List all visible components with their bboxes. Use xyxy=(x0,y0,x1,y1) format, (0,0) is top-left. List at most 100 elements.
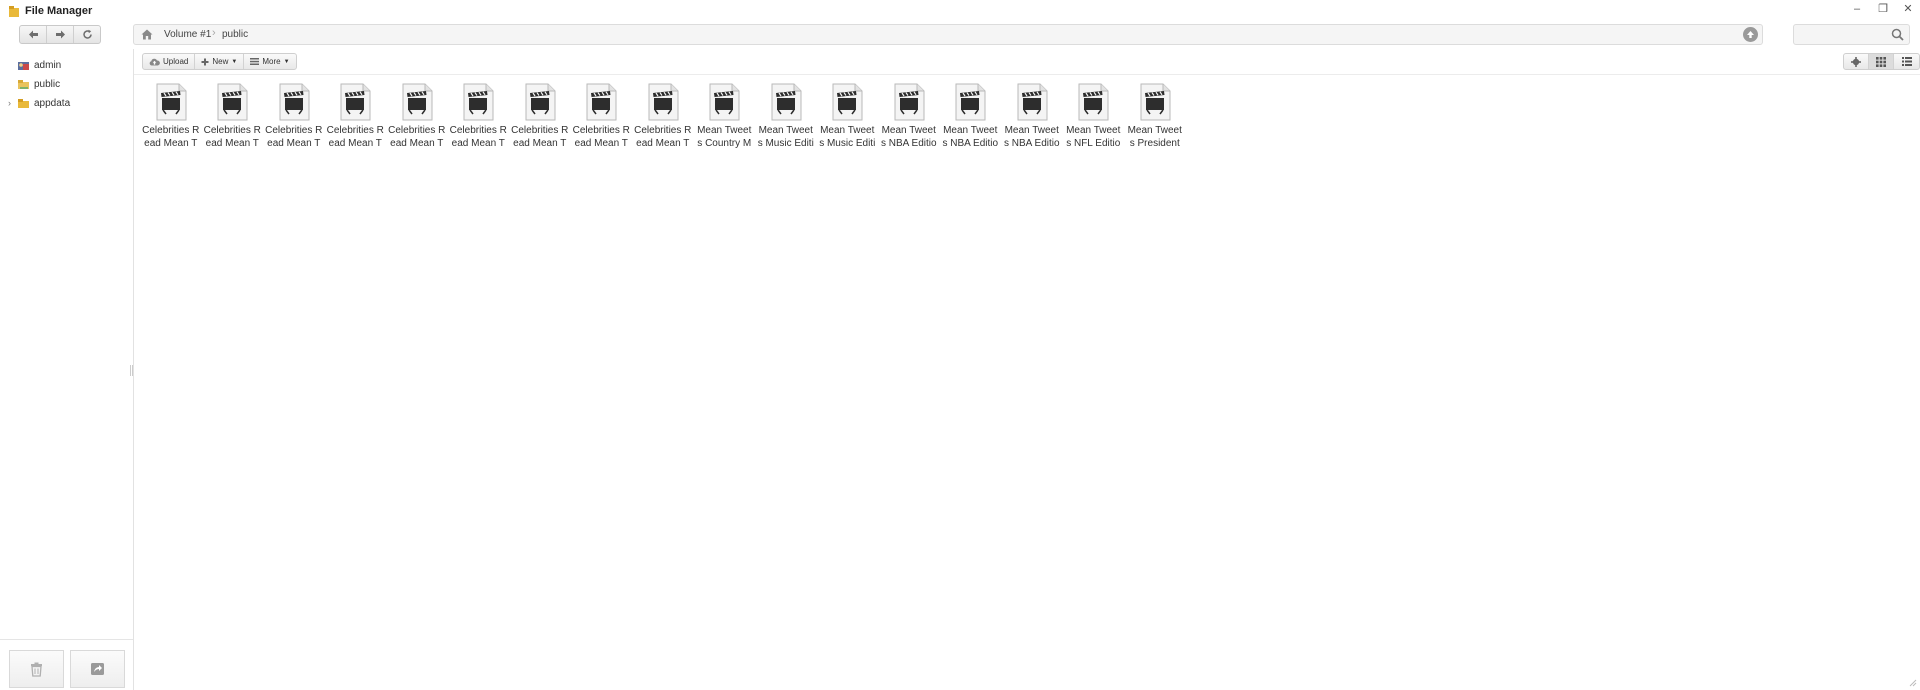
upload-button[interactable]: Upload xyxy=(143,54,196,69)
shared-folder-icon xyxy=(18,79,29,89)
file-item[interactable]: Celebrities R ead Mean T xyxy=(140,83,202,150)
file-item[interactable]: Mean Tweet s Country M xyxy=(694,83,756,150)
file-name: Mean Tweet s Country M xyxy=(695,124,753,150)
file-toolbar: Upload New ▼ More ▼ xyxy=(142,53,297,70)
file-name-line: Mean Tweet xyxy=(697,125,752,136)
file-item[interactable]: Celebrities R ead Mean T xyxy=(448,83,510,150)
search-input[interactable] xyxy=(1793,24,1910,45)
expand-arrow-icon[interactable]: › xyxy=(8,98,17,108)
resize-grip-icon[interactable] xyxy=(1909,679,1917,687)
sidebar-item-admin[interactable]: admin xyxy=(8,57,61,73)
home-icon xyxy=(141,29,153,40)
video-file-icon xyxy=(525,83,556,121)
back-button[interactable] xyxy=(20,26,47,43)
sidebar-resize-handle[interactable] xyxy=(130,365,133,376)
search-icon[interactable] xyxy=(1891,28,1904,41)
plus-icon xyxy=(201,58,209,65)
file-name: Celebrities R ead Mean T xyxy=(265,124,323,150)
share-button[interactable] xyxy=(70,650,125,688)
address-bar[interactable]: Volume #1 › public xyxy=(133,24,1763,45)
sidebar-item-public[interactable]: public xyxy=(8,76,60,92)
trash-icon xyxy=(31,662,42,677)
gear-icon xyxy=(1851,56,1861,67)
file-item[interactable]: Celebrities R ead Mean T xyxy=(386,83,448,150)
minimize-button[interactable]: – xyxy=(1846,2,1868,18)
new-label: New xyxy=(212,57,229,66)
trash-button[interactable] xyxy=(9,650,64,688)
cloud-upload-icon xyxy=(149,58,160,65)
file-item[interactable]: Mean Tweet s NFL Editio xyxy=(1063,83,1125,150)
file-name-line: Celebrities R xyxy=(142,125,200,136)
close-button[interactable]: ✕ xyxy=(1897,2,1919,18)
video-file-icon xyxy=(648,83,679,121)
file-name: Mean Tweet s NFL Editio xyxy=(1064,124,1122,150)
grid-view-icon xyxy=(1876,56,1886,67)
video-file-icon xyxy=(156,83,187,121)
file-item[interactable]: Mean Tweet s NBA Editio xyxy=(940,83,1002,150)
file-name-line: Celebrities R xyxy=(634,125,692,136)
file-name-line: Celebrities R xyxy=(265,125,323,136)
sidebar-footer xyxy=(0,639,133,690)
user-folder-icon xyxy=(18,61,29,70)
file-item[interactable]: Mean Tweet s President xyxy=(1124,83,1186,150)
file-item[interactable]: Celebrities R ead Mean T xyxy=(202,83,264,150)
refresh-button[interactable] xyxy=(74,26,100,43)
file-name: Mean Tweet s President xyxy=(1126,124,1184,150)
file-item[interactable]: Mean Tweet s NBA Editio xyxy=(1001,83,1063,150)
file-name-line: Celebrities R xyxy=(326,125,384,136)
file-name-line: Celebrities R xyxy=(388,125,446,136)
video-file-icon xyxy=(402,83,433,121)
home-button[interactable] xyxy=(136,27,158,42)
file-name: Celebrities R ead Mean T xyxy=(326,124,384,150)
file-item[interactable]: Celebrities R ead Mean T xyxy=(325,83,387,150)
file-item[interactable]: Mean Tweet s NBA Editio xyxy=(878,83,940,150)
sidebar-item-appdata[interactable]: › appdata xyxy=(8,95,70,111)
file-name-line: ead Mean T xyxy=(636,138,690,149)
video-file-icon xyxy=(832,83,863,121)
list-view-button[interactable] xyxy=(1894,54,1919,69)
forward-button[interactable] xyxy=(47,26,74,43)
video-file-icon xyxy=(586,83,617,121)
file-name: Celebrities R ead Mean T xyxy=(449,124,507,150)
file-item[interactable]: Celebrities R ead Mean T xyxy=(263,83,325,150)
file-name-line: s Music Editi xyxy=(757,138,814,149)
file-name-line: s NBA Editio xyxy=(1003,138,1060,149)
more-button[interactable]: More ▼ xyxy=(244,54,295,69)
back-arrow-icon xyxy=(28,30,38,39)
new-button[interactable]: New ▼ xyxy=(195,54,245,69)
list-view-icon xyxy=(1901,57,1912,66)
video-file-icon xyxy=(279,83,310,121)
go-up-button[interactable] xyxy=(1743,27,1758,42)
breadcrumb-volume[interactable]: Volume #1 xyxy=(164,29,211,40)
caret-down-icon: ▼ xyxy=(231,58,238,65)
file-name-line: ead Mean T xyxy=(574,138,628,149)
file-name-line: Celebrities R xyxy=(449,125,507,136)
file-name: Celebrities R ead Mean T xyxy=(388,124,446,150)
file-item[interactable]: Celebrities R ead Mean T xyxy=(571,83,633,150)
upload-label: Upload xyxy=(163,57,189,66)
video-file-icon xyxy=(955,83,986,121)
file-name: Celebrities R ead Mean T xyxy=(511,124,569,150)
file-item[interactable]: Mean Tweet s Music Editi xyxy=(817,83,879,150)
breadcrumb-separator: › xyxy=(212,27,216,39)
file-name-line: s President xyxy=(1129,138,1180,149)
file-name-line: Mean Tweet xyxy=(1066,125,1121,136)
refresh-icon xyxy=(82,29,92,39)
file-name-line: ead Mean T xyxy=(451,138,505,149)
file-name-line: Mean Tweet xyxy=(758,125,813,136)
video-file-icon xyxy=(217,83,248,121)
video-file-icon xyxy=(463,83,494,121)
grid-view-button[interactable] xyxy=(1869,54,1894,69)
maximize-button[interactable]: ❐ xyxy=(1872,2,1894,18)
up-circle-icon xyxy=(1747,31,1754,38)
caret-down-icon: ▼ xyxy=(283,58,290,65)
file-name-line: ead Mean T xyxy=(390,138,444,149)
sidebar-tree: admin public › appdata xyxy=(0,49,134,690)
settings-button[interactable] xyxy=(1844,54,1869,69)
file-item[interactable]: Celebrities R ead Mean T xyxy=(632,83,694,150)
file-name: Mean Tweet s NBA Editio xyxy=(1003,124,1061,150)
file-item[interactable]: Mean Tweet s Music Editi xyxy=(755,83,817,150)
breadcrumb-public[interactable]: public xyxy=(222,29,248,40)
video-file-icon xyxy=(771,83,802,121)
file-item[interactable]: Celebrities R ead Mean T xyxy=(509,83,571,150)
